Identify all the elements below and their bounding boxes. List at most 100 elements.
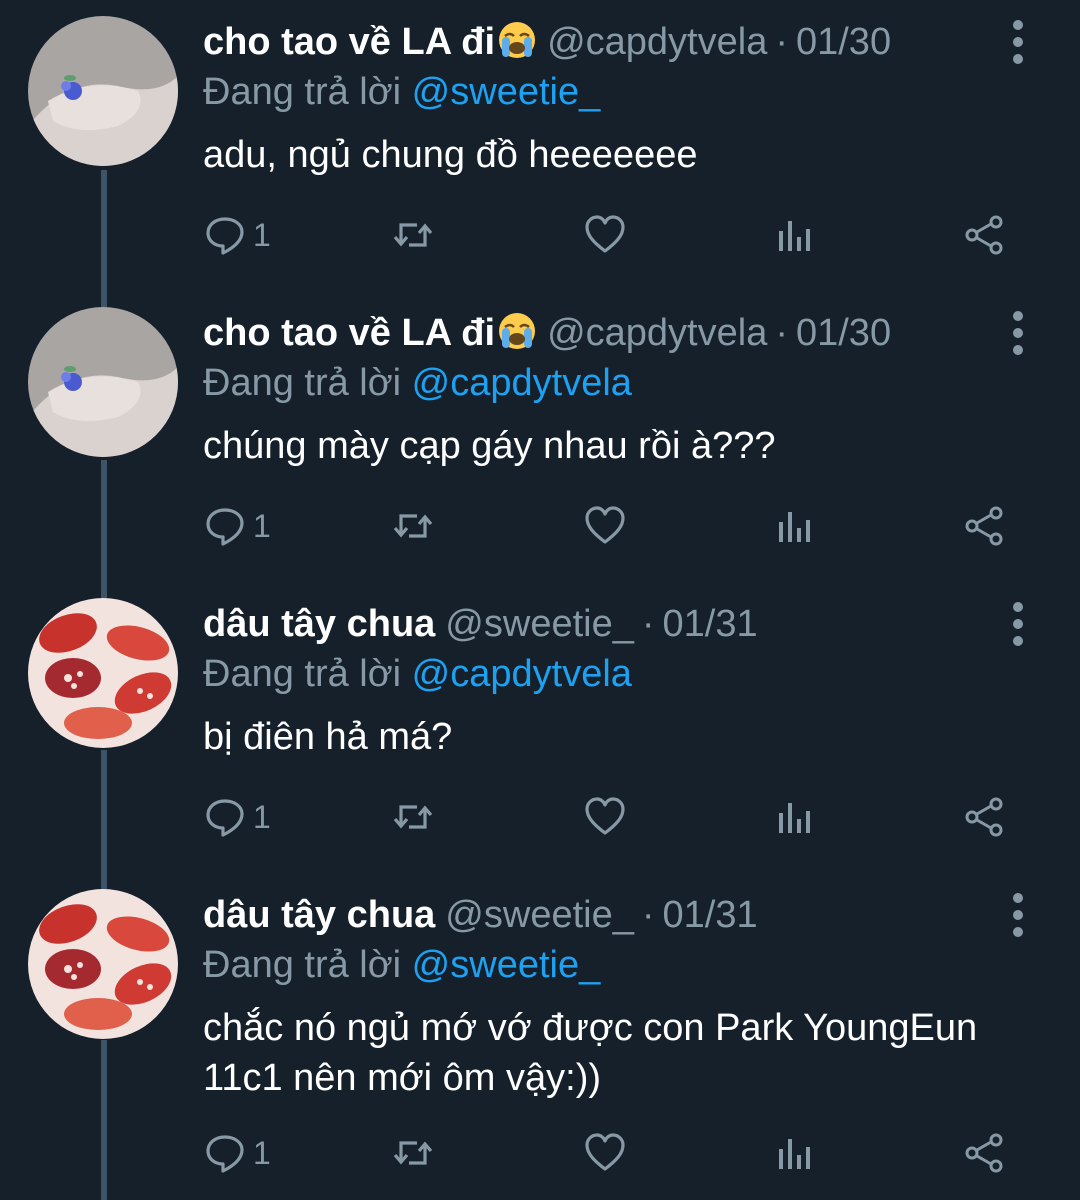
more-options-icon[interactable] — [1006, 311, 1030, 355]
tweet-date[interactable]: 01/31 — [663, 894, 758, 936]
analytics-button[interactable] — [773, 215, 817, 255]
tweet-actions: 1 — [203, 486, 1023, 566]
tweet-header: cho tao về LA đi @capdytvela · 01/30 — [203, 307, 891, 359]
avatar[interactable] — [28, 598, 178, 748]
retweet-icon — [393, 514, 433, 538]
avatar[interactable] — [28, 307, 178, 457]
replying-to: Đang trả lời @capdytvela — [203, 357, 632, 409]
mention-link[interactable]: @capdytvela — [412, 653, 632, 695]
mention-link[interactable]: @sweetie_ — [412, 944, 601, 986]
like-button[interactable] — [583, 797, 627, 837]
like-button[interactable] — [583, 1133, 627, 1173]
retweet-button[interactable] — [391, 1133, 435, 1173]
like-button[interactable] — [583, 506, 627, 546]
more-options-icon[interactable] — [1006, 602, 1030, 646]
reply-icon — [206, 799, 244, 837]
user-handle[interactable]: @capdytvela — [547, 21, 767, 63]
heart-icon — [585, 506, 625, 544]
analytics-icon — [779, 221, 810, 251]
share-icon — [965, 1133, 1003, 1173]
analytics-icon — [779, 803, 810, 833]
tweet-date[interactable]: 01/31 — [663, 603, 758, 645]
tweet-actions: 1 — [203, 777, 1023, 857]
avatar[interactable] — [28, 16, 178, 166]
tweet-text: chắc nó ngủ mớ vớ được con Park YoungEun… — [203, 1007, 978, 1099]
loudly-crying-face-icon — [499, 313, 536, 349]
analytics-button[interactable] — [773, 506, 817, 546]
avatar[interactable] — [28, 889, 178, 1039]
tweet-actions: 1 — [203, 1113, 1023, 1193]
display-name[interactable]: cho tao về LA đi — [203, 21, 495, 63]
replying-to-label: Đang trả lời — [203, 71, 402, 113]
share-button[interactable] — [963, 797, 1007, 837]
retweet-button[interactable] — [391, 506, 435, 546]
reply-button[interactable]: 1 — [203, 215, 271, 255]
tweet-header: cho tao về LA đi @capdytvela · 01/30 — [203, 16, 891, 68]
replying-to-label: Đang trả lời — [203, 362, 402, 404]
more-options-icon[interactable] — [1006, 20, 1030, 64]
like-button[interactable] — [583, 215, 627, 255]
separator-dot: · — [775, 312, 788, 354]
user-handle[interactable]: @sweetie_ — [445, 894, 634, 936]
analytics-button[interactable] — [773, 797, 817, 837]
tweet-text: chúng mày cạp gáy nhau rồi à??? — [203, 425, 776, 467]
tweet-date[interactable]: 01/30 — [796, 312, 891, 354]
display-name[interactable]: dâu tây chua — [203, 894, 435, 936]
reply-count: 1 — [253, 799, 271, 835]
separator-dot: · — [775, 21, 788, 63]
ring-hand-avatar-image — [28, 16, 178, 166]
strawberry-milk-avatar-image — [28, 889, 178, 1039]
replying-to: Đang trả lời @sweetie_ — [203, 66, 600, 118]
reply-button[interactable]: 1 — [203, 797, 271, 837]
replying-to: Đang trả lời @capdytvela — [203, 648, 632, 700]
display-name[interactable]: dâu tây chua — [203, 603, 435, 645]
retweet-button[interactable] — [391, 215, 435, 255]
replying-to: Đang trả lời @sweetie_ — [203, 939, 600, 991]
separator-dot: · — [641, 603, 655, 645]
user-handle[interactable]: @capdytvela — [547, 312, 767, 354]
tweet-actions: 1 — [203, 195, 1023, 275]
analytics-button[interactable] — [773, 1133, 817, 1173]
heart-icon — [585, 1133, 625, 1171]
ring-hand-avatar-image — [28, 307, 178, 457]
mention-link[interactable]: @sweetie_ — [412, 71, 601, 113]
reply-count: 1 — [253, 1135, 271, 1171]
share-icon — [965, 797, 1003, 837]
reply-count: 1 — [253, 217, 271, 253]
reply-button[interactable]: 1 — [203, 1133, 271, 1173]
analytics-icon — [779, 512, 810, 542]
retweet-button[interactable] — [391, 797, 435, 837]
replying-to-label: Đang trả lời — [203, 944, 402, 986]
share-icon — [965, 506, 1003, 546]
tweet-text: bị điên hả má? — [203, 716, 453, 758]
heart-icon — [585, 215, 625, 253]
share-icon — [965, 215, 1003, 255]
tweet-header: dâu tây chua @sweetie_ · 01/31 — [203, 598, 758, 650]
separator-dot: · — [641, 894, 655, 936]
loudly-crying-face-icon — [499, 22, 536, 58]
retweet-icon — [393, 1141, 433, 1165]
mention-link[interactable]: @capdytvela — [412, 362, 632, 404]
reply-icon — [206, 1135, 244, 1173]
tweet[interactable]: cho tao về LA đi @capdytvela · 01/30 Đang t… — [0, 291, 1080, 582]
strawberry-milk-avatar-image — [28, 598, 178, 748]
share-button[interactable] — [963, 506, 1007, 546]
reply-button[interactable]: 1 — [203, 506, 271, 546]
tweet[interactable]: cho tao về LA đi @capdytvela · 01/30 Đang t… — [0, 0, 1080, 291]
user-handle[interactable]: @sweetie_ — [445, 603, 634, 645]
reply-icon — [206, 217, 244, 255]
tweet[interactable]: dâu tây chua @sweetie_ · 01/31 Đang trả lời… — [0, 873, 1080, 1200]
retweet-icon — [393, 223, 433, 247]
retweet-icon — [393, 805, 433, 829]
tweet[interactable]: dâu tây chua @sweetie_ · 01/31 Đang trả lời… — [0, 582, 1080, 873]
reply-icon — [206, 508, 244, 546]
display-name[interactable]: cho tao về LA đi — [203, 312, 495, 354]
share-button[interactable] — [963, 215, 1007, 255]
reply-count: 1 — [253, 508, 271, 544]
tweet-date[interactable]: 01/30 — [796, 21, 891, 63]
analytics-icon — [779, 1139, 810, 1169]
tweet-header: dâu tây chua @sweetie_ · 01/31 — [203, 889, 758, 941]
replying-to-label: Đang trả lời — [203, 653, 402, 695]
share-button[interactable] — [963, 1133, 1007, 1173]
more-options-icon[interactable] — [1006, 893, 1030, 937]
